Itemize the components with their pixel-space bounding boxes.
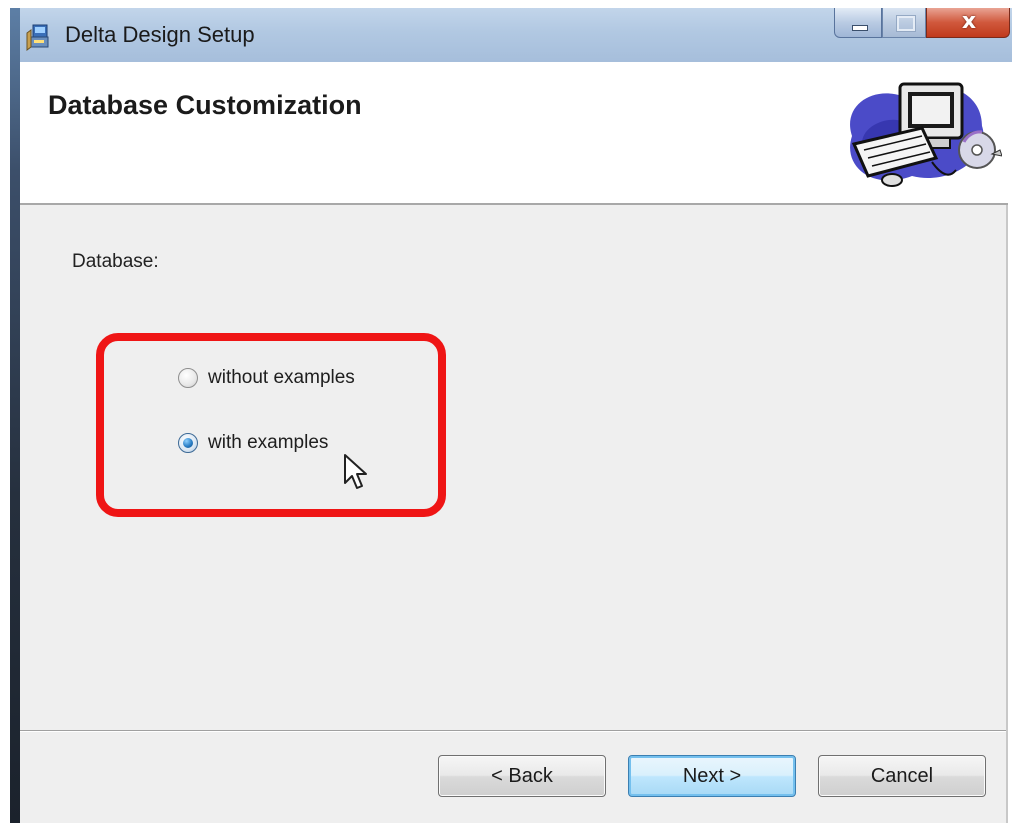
computer-cd-icon — [850, 82, 1002, 187]
minimize-button[interactable] — [834, 8, 882, 38]
database-label: Database: — [72, 251, 159, 272]
maximize-button[interactable] — [882, 8, 926, 38]
close-icon: x — [961, 9, 977, 34]
window-controls: x — [834, 8, 1010, 38]
setup-window: Delta Design Setup x Database Customizat… — [10, 8, 1012, 823]
minimize-icon — [852, 25, 868, 31]
maximize-icon — [896, 15, 916, 32]
installer-icon — [26, 24, 49, 51]
cancel-button[interactable]: Cancel — [818, 755, 986, 797]
page-title: Database Customization — [48, 90, 362, 120]
window-frame-left — [10, 8, 20, 823]
close-button[interactable]: x — [926, 8, 1010, 38]
next-button[interactable]: Next > — [628, 755, 796, 797]
back-button[interactable]: < Back — [438, 755, 606, 797]
header-banner: Database Customization — [20, 62, 1008, 205]
footer-divider — [20, 730, 1006, 732]
window-title: Delta Design Setup — [65, 22, 255, 47]
title-bar[interactable]: Delta Design Setup x — [10, 8, 1012, 62]
mouse-cursor-icon — [344, 454, 367, 489]
highlight-annotation — [96, 333, 446, 517]
